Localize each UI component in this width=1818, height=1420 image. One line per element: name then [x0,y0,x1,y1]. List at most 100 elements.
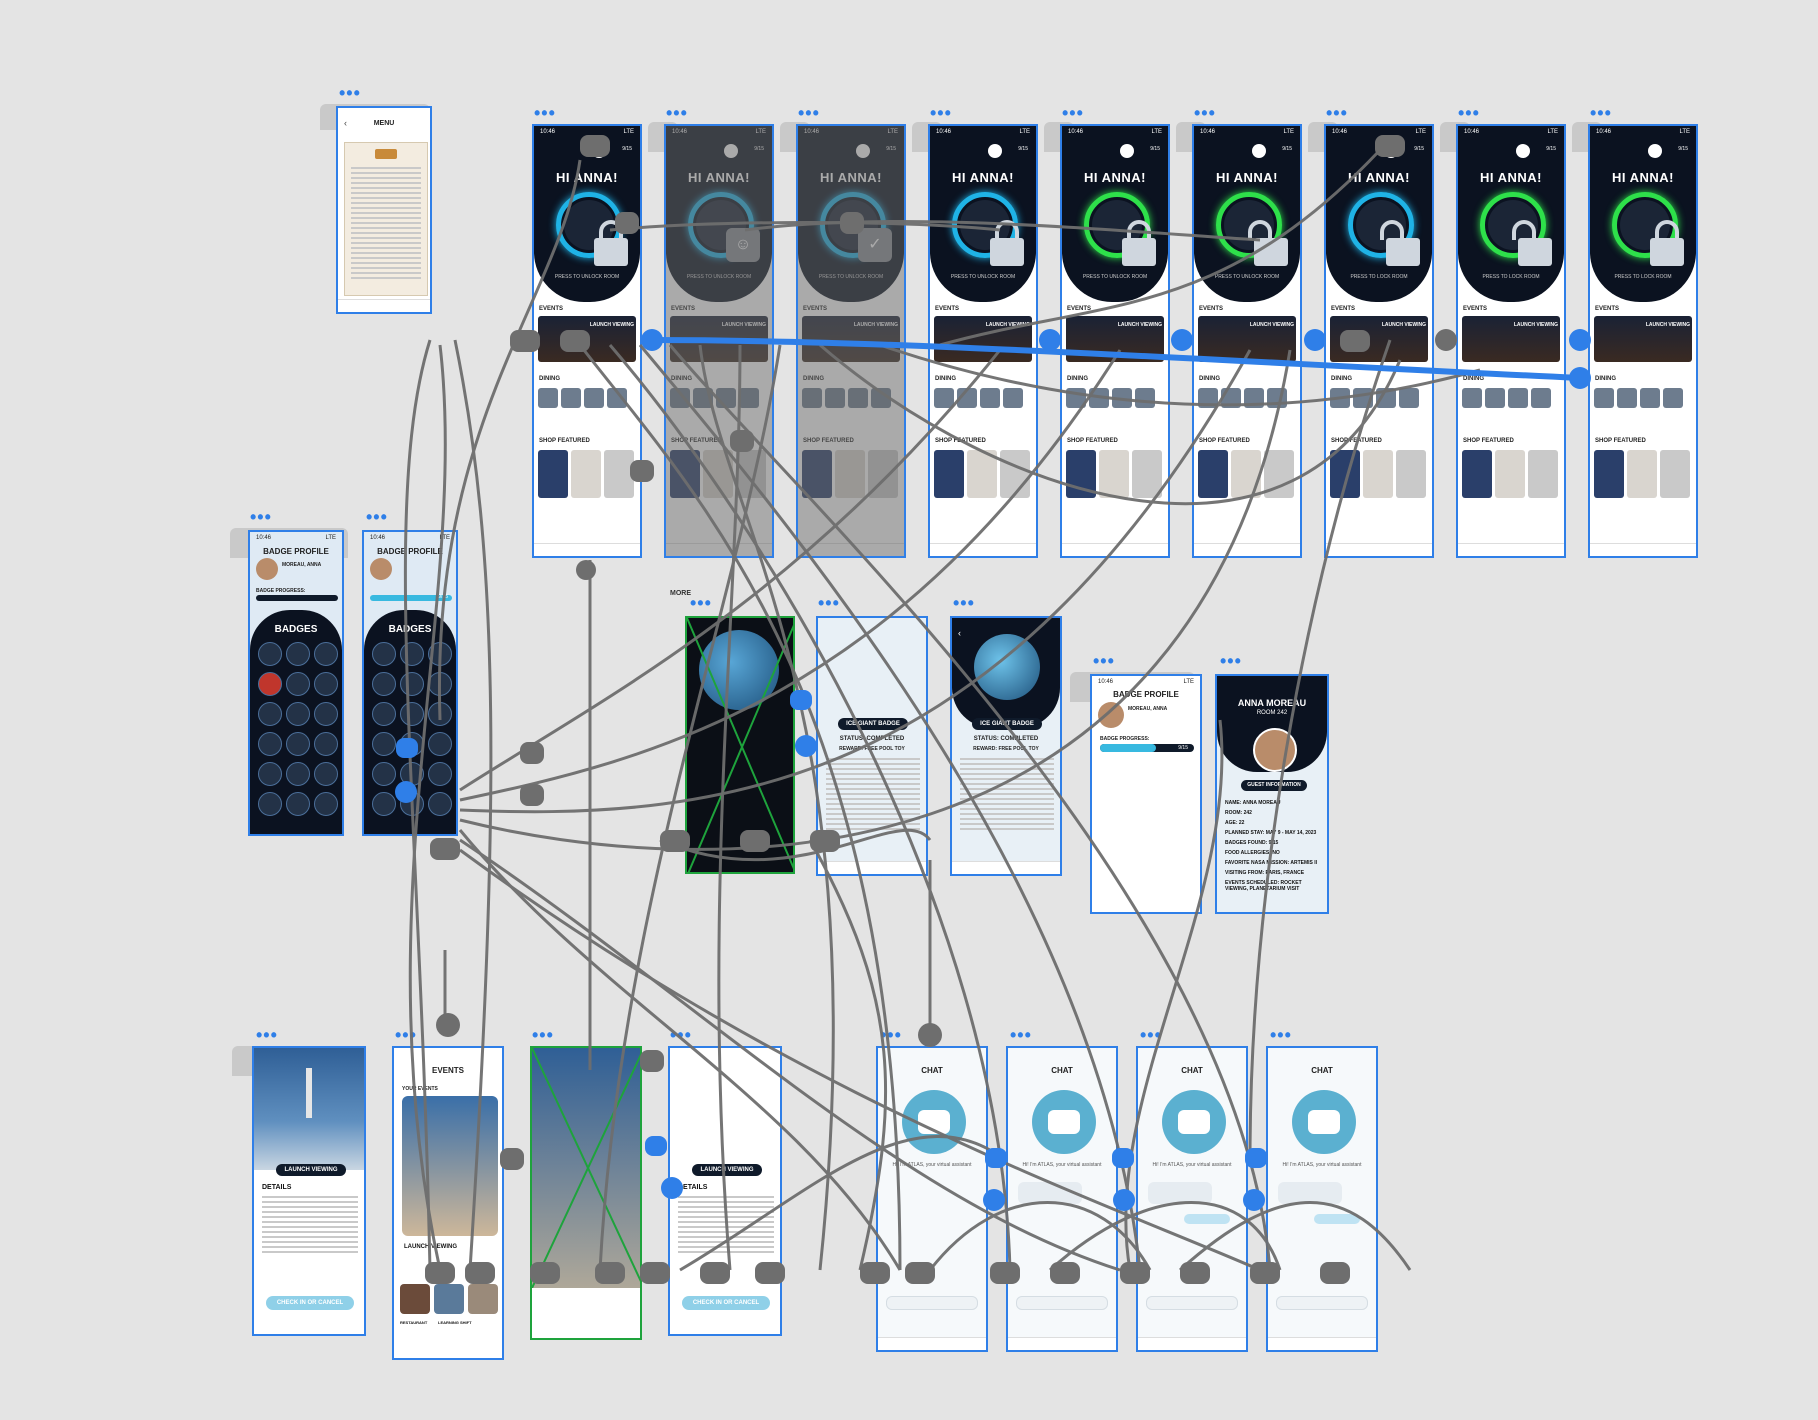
dining-label: DINING [1595,376,1616,382]
badges-frame-dots: ••• [250,507,272,527]
bottom-nav[interactable] [930,543,1036,556]
progress-bar [256,595,338,601]
badge-item [400,672,424,696]
shop-items[interactable] [1594,450,1690,498]
dining-options[interactable] [1462,388,1551,408]
badge-item [372,702,396,726]
badge-counter[interactable]: 9/15 [1414,146,1424,152]
padlock-icon [594,238,628,266]
badge-counter[interactable]: 9/15 [622,146,632,152]
home-screen[interactable]: 10:46 LTE 9/15 HI ANNA! PRESS TO UNLOCK ROOM… [1060,124,1170,558]
shop-items[interactable] [1462,450,1558,498]
lock-icon-group [1084,186,1168,266]
menu-screen[interactable]: MENU ‹ [336,106,432,314]
message-input[interactable] [1146,1296,1238,1310]
badge-item [428,732,452,756]
badges-screen[interactable]: 10:46 LTE BADGE PROFILE MOREAU, ANNA BADG… [248,530,344,836]
home-screen[interactable]: 10:46 LTE 9/15 HI ANNA! PRESS TO UNLOCK ROOM… [1192,124,1302,558]
badge-counter[interactable]: 9/15 [1546,146,1556,152]
message-input[interactable] [886,1296,978,1310]
bottom-nav[interactable] [1062,543,1168,556]
ice-badge-screen[interactable]: ICE GIANT BADGE STATUS: COMPLETED REWARD… [816,616,928,876]
bottom-nav[interactable] [1326,543,1432,556]
badge-counter[interactable]: 9/15 [1150,146,1160,152]
menu-text-lines [351,167,421,282]
badge-item [286,672,310,696]
bottom-nav[interactable] [1590,543,1696,556]
event-banner-label: LAUNCH VIEWING [589,322,634,328]
dining-options[interactable] [538,388,627,408]
back-arrow-icon[interactable]: ‹ [344,118,347,128]
ice-badge-description [960,758,1054,833]
bottom-nav[interactable] [1194,543,1300,556]
badge-counter[interactable]: 9/15 [1678,146,1688,152]
home-screen[interactable]: 10:46 LTE 9/15 HI ANNA! PRESS TO LOCK ROOM EV… [1324,124,1434,558]
badge-grid[interactable] [258,642,338,816]
bottom-nav[interactable] [878,1337,986,1350]
badge-grid[interactable] [372,642,452,816]
bottom-nav[interactable] [1458,543,1564,556]
guest-frame-dots: ••• [1220,651,1242,671]
planet-screen[interactable] [685,616,795,874]
badge-counter[interactable]: 9/15 [1018,146,1028,152]
chat-bubble [1278,1182,1342,1204]
chat-screen[interactable]: CHAT Hi! I'm ATLAS, your virtual assistan… [1006,1046,1118,1352]
check-in-button[interactable]: CHECK IN OR CANCEL [682,1296,770,1310]
dining-options[interactable] [1594,388,1683,408]
home-screen[interactable]: 10:46LTE9/15HI ANNA!✓PRESS TO UNLOCK ROO… [796,124,906,558]
launch-placeholder-screen[interactable] [530,1046,642,1340]
shop-items[interactable] [1066,450,1162,498]
home-screen[interactable]: 10:46 LTE 9/15 HI ANNA! PRESS TO UNLOCK ROOM… [928,124,1038,558]
event-category-row[interactable] [400,1284,498,1314]
badge-profile-screen[interactable]: 10:46 LTE BADGE PROFILE MOREAU, ANNA BADG… [1090,674,1202,914]
bottom-nav[interactable] [1268,1337,1376,1350]
dining-options[interactable] [1066,388,1155,408]
dining-options[interactable] [934,388,1023,408]
chat-screen[interactable]: CHAT Hi! I'm ATLAS, your virtual assistan… [876,1046,988,1352]
bottom-nav[interactable] [952,861,1060,874]
menu-icon [1462,388,1482,408]
user-bubble [1184,1214,1230,1224]
back-arrow-icon[interactable]: ‹ [958,628,961,638]
reserve-icon [1221,388,1241,408]
bottom-nav[interactable] [1008,1337,1116,1350]
shop-items[interactable] [538,450,634,498]
home-screen[interactable]: 10:46 LTE 9/15 HI ANNA! PRESS TO LOCK ROOM EV… [1588,124,1698,558]
bottom-nav[interactable] [338,299,430,312]
launch-detail-screen-2[interactable]: LAUNCH VIEWING DETAILS CHECK IN OR CANCE… [668,1046,782,1336]
bottom-nav[interactable] [534,543,640,556]
lock-icon-group [556,186,640,266]
progress-label: BADGE PROGRESS: [1100,736,1150,742]
message-input[interactable] [1016,1296,1108,1310]
home-screen[interactable]: 10:46 LTE 9/15 HI ANNA! PRESS TO UNLOCK ROOM… [532,124,642,558]
robot-face [1178,1110,1210,1134]
chat-frame-dots: ••• [1010,1025,1032,1045]
events-label: EVENTS [1067,306,1092,312]
shop-items[interactable] [934,450,1030,498]
guest-info-line: FOOD ALLERGIES: NO [1225,850,1280,856]
dining-options[interactable] [1330,388,1419,408]
guest-profile-screen[interactable]: ANNA MOREAU ROOM 242 GUEST INFORMATION N… [1215,674,1329,914]
home-screen[interactable]: 10:46 LTE 9/15 HI ANNA! PRESS TO LOCK ROOM EV… [1456,124,1566,558]
planet-graphic [974,634,1040,700]
ice-badge-screen-2[interactable]: ‹ ICE GIANT BADGE STATUS: COMPLETED REWA… [950,616,1062,876]
dining-options[interactable] [1198,388,1287,408]
chat-screen[interactable]: CHAT Hi! I'm ATLAS, your virtual assistan… [1266,1046,1378,1352]
ice-badge-reward: REWARD: FREE POOL TOY [973,746,1039,752]
check-in-button[interactable]: CHECK IN OR CANCEL [266,1296,354,1310]
bottom-nav[interactable] [1138,1337,1246,1350]
badges2-screen[interactable]: 10:46 LTE BADGE PROFILE 9/15 BADGES [362,530,458,836]
shop-items[interactable] [1198,450,1294,498]
event-card[interactable] [402,1096,498,1236]
chat-screen[interactable]: CHAT Hi! I'm ATLAS, your virtual assistan… [1136,1046,1248,1352]
launch-detail-screen[interactable]: LAUNCH VIEWING DETAILS CHECK IN OR CANCE… [252,1046,366,1336]
bottom-nav[interactable] [818,861,926,874]
user-bubble [1314,1214,1360,1224]
shop-items[interactable] [1330,450,1426,498]
badge-counter[interactable]: 9/15 [1282,146,1292,152]
message-input[interactable] [1276,1296,1368,1310]
home-screen[interactable]: 10:46LTE9/15HI ANNA!☺PRESS TO UNLOCK ROO… [664,124,774,558]
events-screen[interactable]: EVENTS YOUR EVENTS LAUNCH VIEWING RESTAU… [392,1046,504,1360]
planet-frame-dots: ••• [690,593,712,613]
unlocked-padlock-icon [1386,238,1420,266]
